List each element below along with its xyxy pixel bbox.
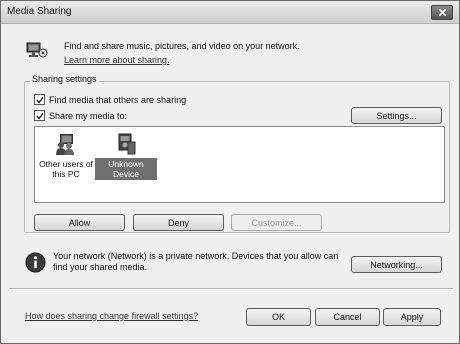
title-bar[interactable]: Media Sharing <box>1 1 459 24</box>
share-media-checkbox[interactable] <box>34 110 45 121</box>
learn-more-link[interactable]: Learn more about sharing. <box>64 55 170 65</box>
device-label: Unknown Device <box>95 158 157 180</box>
network-info-text: Your network (Network) is a private netw… <box>53 251 339 272</box>
ok-button[interactable]: OK <box>246 308 311 326</box>
firewall-settings-link[interactable]: How does sharing change firewall setting… <box>25 311 198 321</box>
share-media-option[interactable]: Share my media to: <box>34 110 127 121</box>
close-button[interactable] <box>431 5 453 20</box>
find-media-checkbox[interactable] <box>34 94 45 105</box>
checkmark-icon <box>35 96 44 104</box>
intro-text: Find and share music, pictures, and vide… <box>64 41 300 51</box>
customize-button[interactable]: Customize... <box>231 214 322 231</box>
unknown-device-icon <box>118 133 136 155</box>
window-title: Media Sharing <box>7 6 72 17</box>
allow-button[interactable]: Allow <box>34 214 125 231</box>
find-media-label: Find media that others are sharing <box>49 94 187 105</box>
info-icon <box>25 252 46 273</box>
find-media-option[interactable]: Find media that others are sharing <box>34 94 186 105</box>
media-sharing-icon <box>26 42 48 58</box>
deny-button[interactable]: Deny <box>133 214 224 231</box>
networking-button[interactable]: Networking... <box>351 256 442 273</box>
divider <box>9 288 453 290</box>
cancel-button[interactable]: Cancel <box>315 308 380 326</box>
device-unknown[interactable]: Unknown Device <box>95 132 157 180</box>
apply-button[interactable]: Apply <box>383 308 441 326</box>
media-sharing-dialog: Media Sharing Find and share music, pict… <box>0 0 460 344</box>
users-pc-icon <box>56 134 74 155</box>
share-media-label: Share my media to: <box>49 110 128 121</box>
close-icon <box>438 8 446 17</box>
sharing-settings-label: Sharing settings <box>30 74 99 84</box>
device-other-users[interactable]: Other users of this PC <box>35 132 97 180</box>
device-label: Other users of this PC <box>39 159 93 179</box>
checkmark-icon <box>35 112 44 120</box>
device-list[interactable]: Other users of this PC Unknown Device <box>34 126 445 203</box>
settings-button[interactable]: Settings... <box>351 107 442 124</box>
